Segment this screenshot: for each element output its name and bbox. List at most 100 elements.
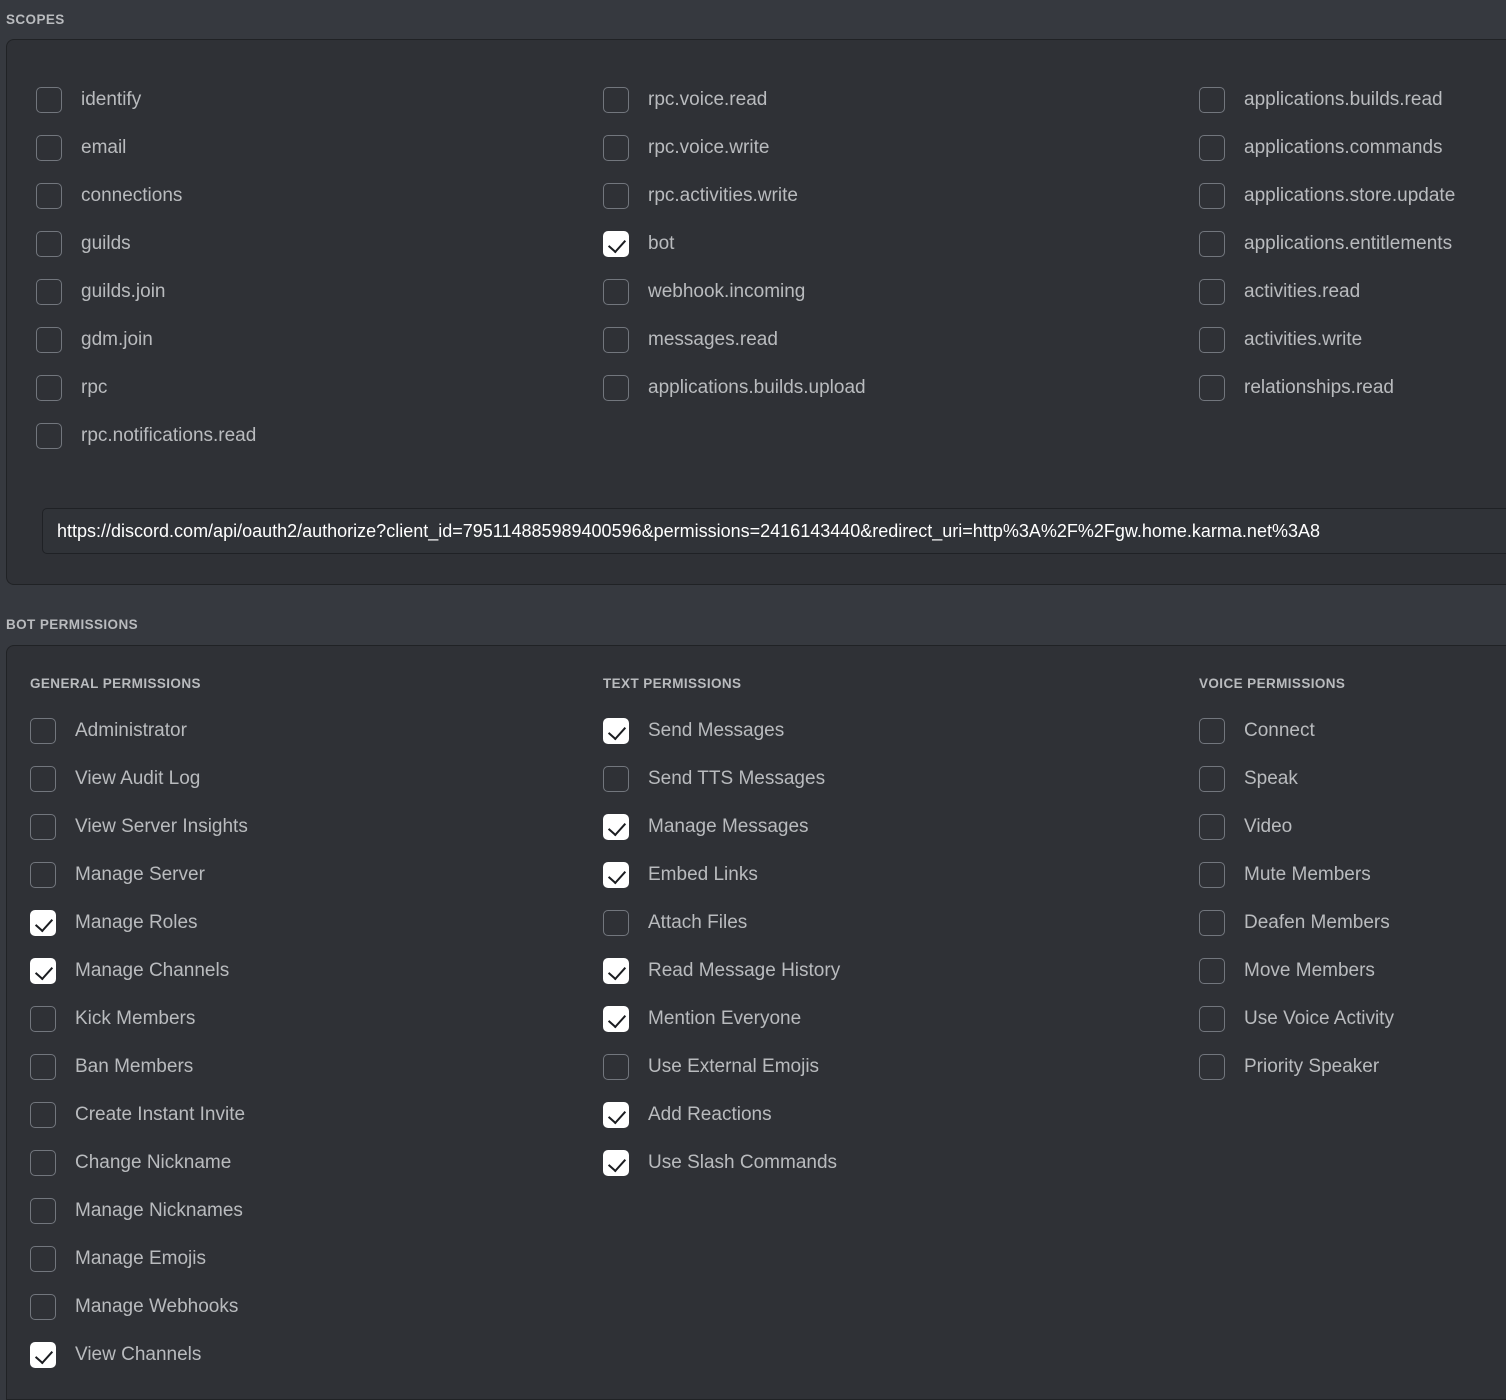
checkbox-unchecked-icon[interactable] xyxy=(1199,862,1225,888)
permission-row[interactable]: Manage Emojis xyxy=(30,1235,603,1283)
permission-row[interactable]: Send Messages xyxy=(603,707,1199,755)
checkbox-checked-icon[interactable] xyxy=(603,1006,629,1032)
permission-row[interactable]: Manage Messages xyxy=(603,803,1199,851)
checkbox-unchecked-icon[interactable] xyxy=(36,327,62,353)
permission-row[interactable]: Manage Roles xyxy=(30,899,603,947)
permission-row[interactable]: rpc.activities.write xyxy=(603,172,1199,220)
checkbox-unchecked-icon[interactable] xyxy=(30,1102,56,1128)
checkbox-checked-icon[interactable] xyxy=(603,862,629,888)
permission-row[interactable]: applications.builds.read xyxy=(1199,76,1499,124)
checkbox-unchecked-icon[interactable] xyxy=(1199,1006,1225,1032)
permission-row[interactable]: View Audit Log xyxy=(30,755,603,803)
permission-row[interactable]: Use External Emojis xyxy=(603,1043,1199,1091)
permission-row[interactable]: activities.read xyxy=(1199,268,1499,316)
checkbox-unchecked-icon[interactable] xyxy=(36,279,62,305)
permission-row[interactable]: Mute Members xyxy=(1199,851,1499,899)
checkbox-unchecked-icon[interactable] xyxy=(30,814,56,840)
permission-row[interactable]: applications.entitlements xyxy=(1199,220,1499,268)
checkbox-unchecked-icon[interactable] xyxy=(603,87,629,113)
checkbox-unchecked-icon[interactable] xyxy=(603,910,629,936)
checkbox-unchecked-icon[interactable] xyxy=(1199,1054,1225,1080)
permission-row[interactable]: activities.write xyxy=(1199,316,1499,364)
permission-row[interactable]: Connect xyxy=(1199,707,1499,755)
checkbox-unchecked-icon[interactable] xyxy=(603,766,629,792)
checkbox-unchecked-icon[interactable] xyxy=(30,862,56,888)
checkbox-unchecked-icon[interactable] xyxy=(30,1006,56,1032)
permission-row[interactable]: Deafen Members xyxy=(1199,899,1499,947)
checkbox-unchecked-icon[interactable] xyxy=(603,327,629,353)
permission-row[interactable]: Administrator xyxy=(30,707,603,755)
permission-row[interactable]: Video xyxy=(1199,803,1499,851)
permission-row[interactable]: relationships.read xyxy=(1199,364,1499,412)
checkbox-unchecked-icon[interactable] xyxy=(603,279,629,305)
checkbox-unchecked-icon[interactable] xyxy=(30,1294,56,1320)
checkbox-unchecked-icon[interactable] xyxy=(1199,375,1225,401)
permission-row[interactable]: Embed Links xyxy=(603,851,1199,899)
checkbox-checked-icon[interactable] xyxy=(603,1150,629,1176)
checkbox-checked-icon[interactable] xyxy=(603,718,629,744)
permission-row[interactable]: View Channels xyxy=(30,1331,603,1379)
permission-row[interactable]: applications.commands xyxy=(1199,124,1499,172)
generated-url-input[interactable] xyxy=(42,508,1506,554)
permission-row[interactable]: applications.builds.upload xyxy=(603,364,1199,412)
permission-row[interactable]: Manage Webhooks xyxy=(30,1283,603,1331)
permission-row[interactable]: Use Voice Activity xyxy=(1199,995,1499,1043)
permission-row[interactable]: Manage Channels xyxy=(30,947,603,995)
permission-row[interactable]: Move Members xyxy=(1199,947,1499,995)
permission-row[interactable]: Use Slash Commands xyxy=(603,1139,1199,1187)
permission-row[interactable]: rpc.voice.write xyxy=(603,124,1199,172)
checkbox-unchecked-icon[interactable] xyxy=(1199,910,1225,936)
permission-row[interactable]: Read Message History xyxy=(603,947,1199,995)
permission-row[interactable]: Kick Members xyxy=(30,995,603,1043)
checkbox-checked-icon[interactable] xyxy=(30,1342,56,1368)
checkbox-unchecked-icon[interactable] xyxy=(1199,958,1225,984)
checkbox-unchecked-icon[interactable] xyxy=(1199,231,1225,257)
permission-row[interactable]: identify xyxy=(36,76,603,124)
permission-row[interactable]: guilds.join xyxy=(36,268,603,316)
permission-row[interactable]: connections xyxy=(36,172,603,220)
checkbox-unchecked-icon[interactable] xyxy=(30,766,56,792)
checkbox-checked-icon[interactable] xyxy=(30,958,56,984)
permission-row[interactable]: rpc xyxy=(36,364,603,412)
checkbox-unchecked-icon[interactable] xyxy=(1199,183,1225,209)
checkbox-unchecked-icon[interactable] xyxy=(36,87,62,113)
checkbox-unchecked-icon[interactable] xyxy=(1199,279,1225,305)
checkbox-unchecked-icon[interactable] xyxy=(30,718,56,744)
permission-row[interactable]: Change Nickname xyxy=(30,1139,603,1187)
permission-row[interactable]: applications.store.update xyxy=(1199,172,1499,220)
permission-row[interactable]: Priority Speaker xyxy=(1199,1043,1499,1091)
checkbox-unchecked-icon[interactable] xyxy=(30,1054,56,1080)
permission-row[interactable]: Mention Everyone xyxy=(603,995,1199,1043)
permission-row[interactable]: Create Instant Invite xyxy=(30,1091,603,1139)
permission-row[interactable]: Speak xyxy=(1199,755,1499,803)
checkbox-unchecked-icon[interactable] xyxy=(603,183,629,209)
checkbox-checked-icon[interactable] xyxy=(30,910,56,936)
checkbox-checked-icon[interactable] xyxy=(603,958,629,984)
checkbox-unchecked-icon[interactable] xyxy=(30,1150,56,1176)
checkbox-unchecked-icon[interactable] xyxy=(36,231,62,257)
permission-row[interactable]: gdm.join xyxy=(36,316,603,364)
checkbox-checked-icon[interactable] xyxy=(603,231,629,257)
checkbox-unchecked-icon[interactable] xyxy=(1199,87,1225,113)
checkbox-unchecked-icon[interactable] xyxy=(30,1198,56,1224)
checkbox-unchecked-icon[interactable] xyxy=(30,1246,56,1272)
checkbox-unchecked-icon[interactable] xyxy=(603,1054,629,1080)
checkbox-unchecked-icon[interactable] xyxy=(36,135,62,161)
checkbox-unchecked-icon[interactable] xyxy=(36,375,62,401)
permission-row[interactable]: Add Reactions xyxy=(603,1091,1199,1139)
permission-row[interactable]: rpc.voice.read xyxy=(603,76,1199,124)
permission-row[interactable]: guilds xyxy=(36,220,603,268)
permission-row[interactable]: Ban Members xyxy=(30,1043,603,1091)
permission-row[interactable]: Send TTS Messages xyxy=(603,755,1199,803)
permission-row[interactable]: Manage Server xyxy=(30,851,603,899)
checkbox-unchecked-icon[interactable] xyxy=(603,135,629,161)
checkbox-unchecked-icon[interactable] xyxy=(1199,766,1225,792)
checkbox-checked-icon[interactable] xyxy=(603,1102,629,1128)
checkbox-unchecked-icon[interactable] xyxy=(1199,814,1225,840)
checkbox-unchecked-icon[interactable] xyxy=(603,375,629,401)
permission-row[interactable]: View Server Insights xyxy=(30,803,603,851)
permission-row[interactable]: webhook.incoming xyxy=(603,268,1199,316)
checkbox-checked-icon[interactable] xyxy=(603,814,629,840)
checkbox-unchecked-icon[interactable] xyxy=(1199,718,1225,744)
permission-row[interactable]: rpc.notifications.read xyxy=(36,412,603,460)
